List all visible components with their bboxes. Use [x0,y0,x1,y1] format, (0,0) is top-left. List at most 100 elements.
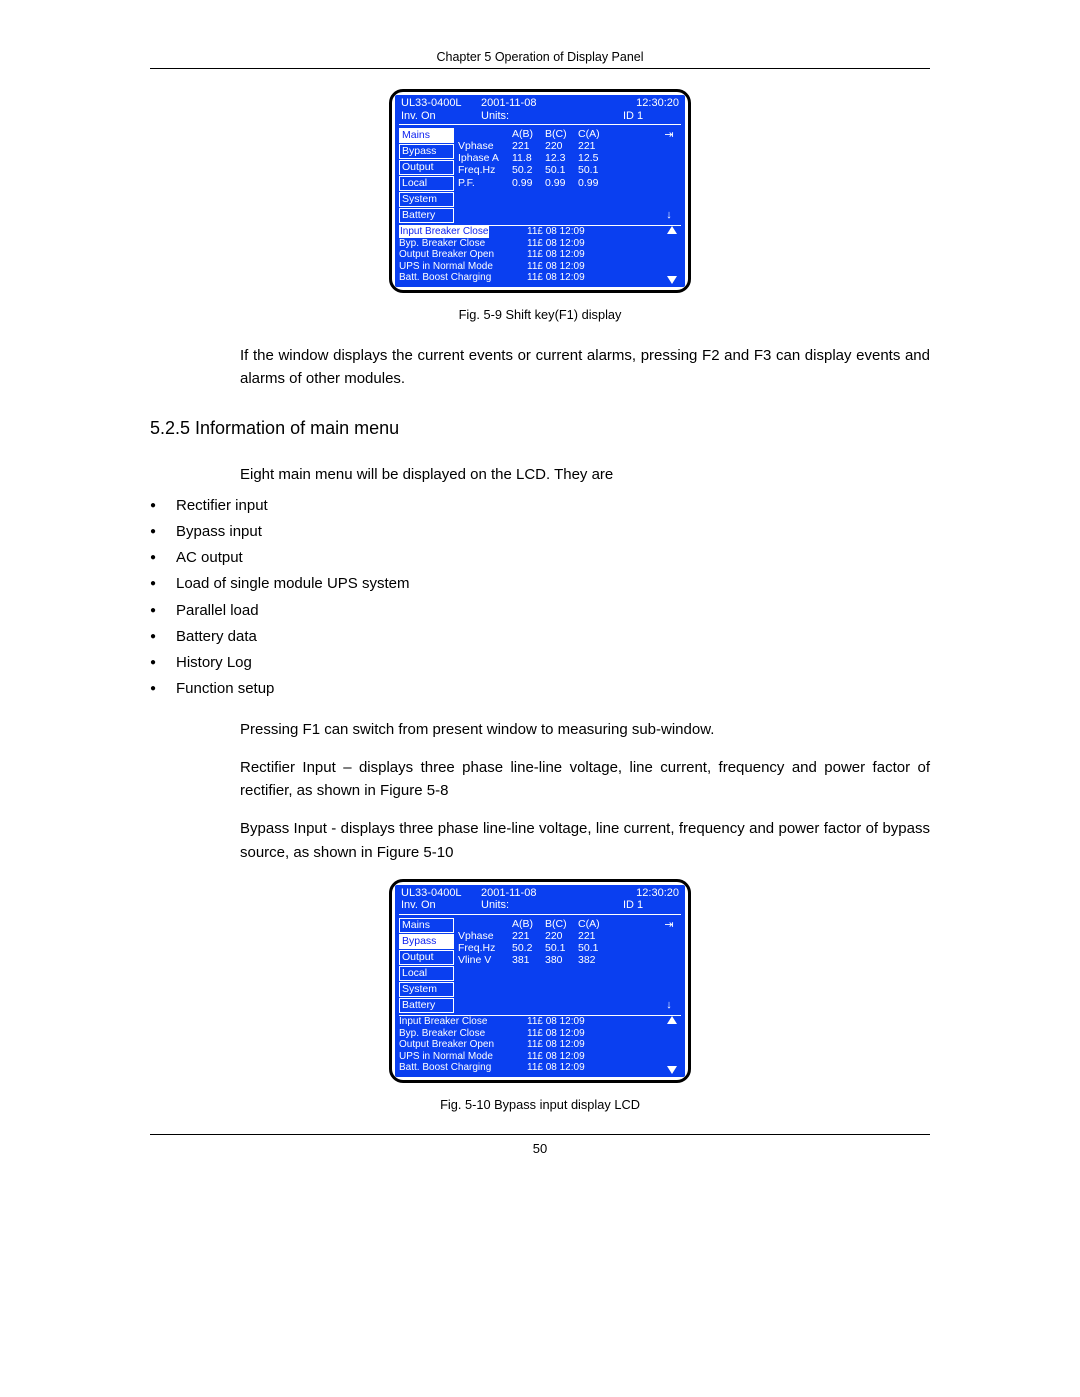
event-label: Output Breaker Open [399,1039,527,1051]
menu-system[interactable]: System [399,192,454,207]
list-item: Load of single module UPS system [150,571,930,597]
menu-local[interactable]: Local [399,176,454,191]
lcd-status: Inv. On [401,110,481,123]
lcd-date: 2001-11-08 [481,97,623,110]
lcd-time: 12:30:20 [623,887,679,900]
event-label: UPS in Normal Mode [399,261,527,273]
row-val: 12.5 [578,152,611,164]
lcd-id: ID 1 [623,110,679,123]
event-ts: 11£ 08 12:09 [527,238,597,250]
lcd-frame: UL33-0400L 2001-11-08 12:30:20 Inv. On U… [389,879,691,1083]
lcd-units-label: Units: [481,899,623,912]
col-blank [458,918,512,930]
event-label: Byp. Breaker Close [399,1028,527,1040]
row-val: 50.1 [578,164,611,176]
lcd-model: UL33-0400L [401,97,481,110]
row-val: 221 [578,930,611,942]
event-ts: 11£ 08 12:09 [527,1051,597,1063]
row-val: 0.99 [512,177,545,189]
row-val: 221 [512,930,545,942]
event-list: Input Breaker Close 11£ 08 12:09 Byp. Br… [399,226,663,284]
event-label: Batt. Boost Charging [399,272,527,284]
bottom-divider [150,1134,930,1135]
menu-battery[interactable]: Battery [399,208,454,223]
event-label: Byp. Breaker Close [399,238,527,250]
menu-output[interactable]: Output [399,950,454,965]
lcd-units-label: Units: [481,110,623,123]
col-a: A(B) [512,128,545,140]
menu-mains[interactable]: Mains [399,918,454,933]
col-c: C(A) [578,918,611,930]
scroll-down-icon[interactable] [667,1066,677,1074]
row-val: 220 [545,140,578,152]
row-label: Freq.Hz [458,164,512,176]
event-ts: 11£ 08 12:09 [527,272,597,284]
col-b: B(C) [545,918,578,930]
row-val: 50.1 [578,942,611,954]
menu-bypass[interactable]: Bypass [399,934,454,949]
row-val: 11.8 [512,152,545,164]
menu-system[interactable]: System [399,982,454,997]
paragraph: Rectifier Input – displays three phase l… [240,756,930,803]
menu-bypass[interactable]: Bypass [399,144,454,159]
col-blank [458,128,512,140]
figure-caption-1: Fig. 5-9 Shift key(F1) display [150,307,930,322]
row-label: Iphase A [458,152,512,164]
row-label: Vline V [458,954,512,966]
lcd-status: Inv. On [401,899,481,912]
lcd-model: UL33-0400L [401,887,481,900]
lcd-right-icons: ⇥ ↓ [659,918,681,1013]
row-val: 221 [512,140,545,152]
event-ts: 11£ 08 12:09 [527,226,597,238]
paragraph: If the window displays the current event… [240,344,930,391]
event-ts: 11£ 08 12:09 [527,1028,597,1040]
menu-mains[interactable]: Mains [399,128,454,143]
lcd-screen-2: UL33-0400L 2001-11-08 12:30:20 Inv. On U… [395,885,685,1077]
row-val: 50.2 [512,942,545,954]
col-a: A(B) [512,918,545,930]
row-val: 50.1 [545,164,578,176]
event-ts: 11£ 08 12:09 [527,1062,597,1074]
col-c: C(A) [578,128,611,140]
paragraph: Eight main menu will be displayed on the… [240,463,930,486]
page-number: 50 [150,1141,930,1156]
row-val: 382 [578,954,611,966]
scroll-up-icon[interactable] [667,1016,677,1024]
paragraph: Bypass Input - displays three phase line… [240,817,930,864]
list-item: Rectifier input [150,493,930,519]
top-divider [150,68,930,69]
event-list: Input Breaker Close 11£ 08 12:09 Byp. Br… [399,1016,663,1074]
event-label: Batt. Boost Charging [399,1062,527,1074]
row-label: Vphase [458,930,512,942]
event-label: Input Breaker Close [399,226,489,238]
right-arrow-icon[interactable]: ⇥ [664,130,673,141]
lcd-data: A(B) B(C) C(A) Vphase 221 220 221 Freq.H… [454,918,659,1013]
col-b: B(C) [545,128,578,140]
row-val: 50.1 [545,942,578,954]
row-label: Freq.Hz [458,942,512,954]
event-ts: 11£ 08 12:09 [527,1016,597,1028]
row-val: 12.3 [545,152,578,164]
row-val: 0.99 [578,177,611,189]
lcd-time: 12:30:20 [623,97,679,110]
scroll-up-icon[interactable] [667,226,677,234]
down-arrow-icon[interactable]: ↓ [666,210,672,221]
lcd-id: ID 1 [623,899,679,912]
down-arrow-icon[interactable]: ↓ [666,1000,672,1011]
menu-battery[interactable]: Battery [399,998,454,1013]
event-label: Output Breaker Open [399,249,527,261]
menu-local[interactable]: Local [399,966,454,981]
lcd-header-2: Inv. On Units: ID 1 [395,899,685,914]
row-val: 50.2 [512,164,545,176]
event-label: UPS in Normal Mode [399,1051,527,1063]
bullet-list: Rectifier input Bypass input AC output L… [150,493,930,703]
lcd-screen-1: UL33-0400L 2001-11-08 12:30:20 Inv. On U… [395,95,685,287]
list-item: History Log [150,650,930,676]
scroll-down-icon[interactable] [667,276,677,284]
lcd-header-1: UL33-0400L 2001-11-08 12:30:20 [395,885,685,900]
lcd-header-1: UL33-0400L 2001-11-08 12:30:20 [395,95,685,110]
section-heading: 5.2.5 Information of main menu [150,418,930,439]
lcd-menu: Mains Bypass Output Local System Battery [399,918,454,1013]
right-arrow-icon[interactable]: ⇥ [664,920,673,931]
menu-output[interactable]: Output [399,160,454,175]
